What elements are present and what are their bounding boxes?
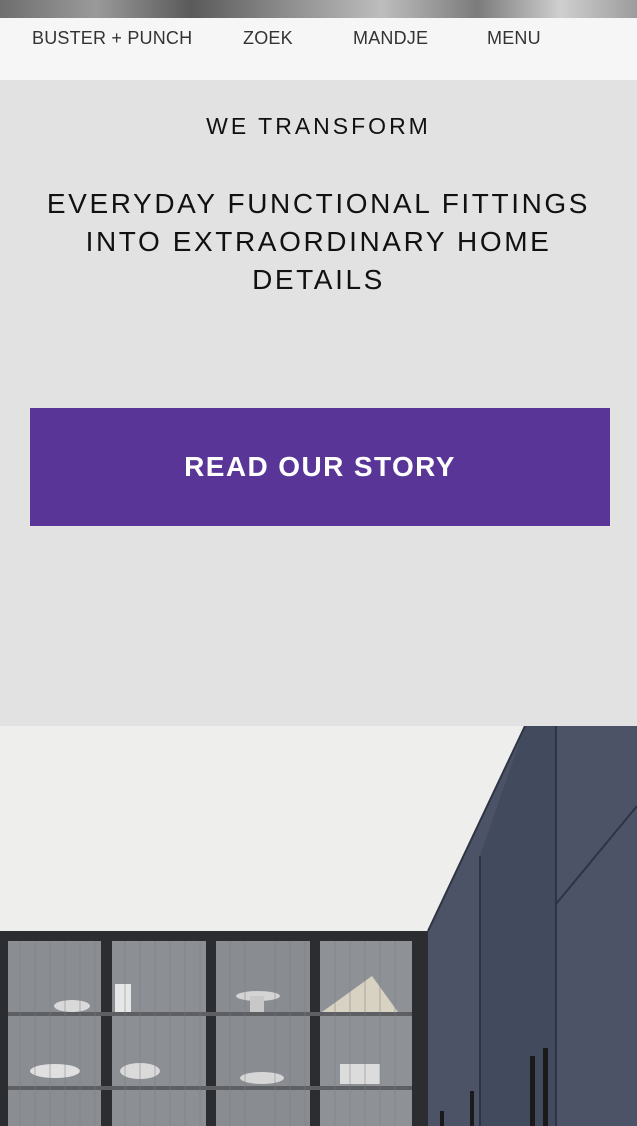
menu-button[interactable]: MENU bbox=[487, 28, 541, 49]
hero-kicker: WE TRANSFORM bbox=[206, 113, 431, 139]
cart-link[interactable]: MANDJE bbox=[353, 28, 428, 49]
kitchen-cabinet-photo bbox=[0, 726, 637, 1126]
brand-logo-link[interactable]: BUSTER + PUNCH bbox=[32, 28, 192, 49]
read-our-story-button[interactable]: READ OUR STORY bbox=[30, 408, 610, 526]
search-link[interactable]: ZOEK bbox=[243, 28, 293, 49]
hero-headline: EVERYDAY FUNCTIONAL FITTINGS INTO EXTRAO… bbox=[46, 188, 591, 295]
top-navigation: BUSTER + PUNCH ZOEK MANDJE MENU bbox=[0, 18, 637, 80]
hero-section: WE TRANSFORM EVERYDAY FUNCTIONAL FITTING… bbox=[0, 80, 637, 726]
previous-banner-image-strip bbox=[0, 0, 637, 18]
